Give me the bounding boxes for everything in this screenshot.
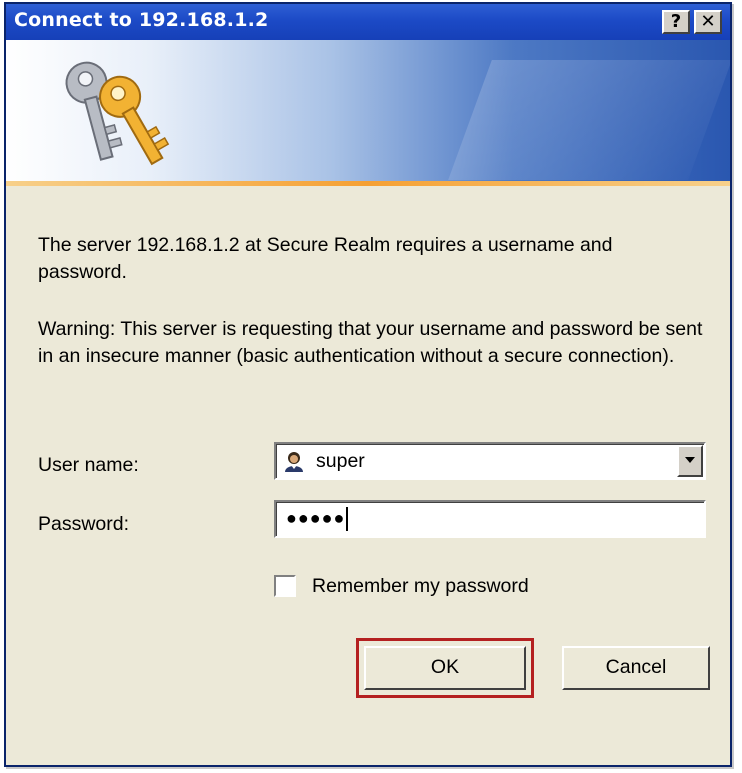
window-title: Connect to 192.168.1.2 — [14, 9, 269, 31]
username-combobox[interactable]: super — [274, 442, 706, 480]
security-warning: Warning: This server is requesting that … — [38, 318, 703, 367]
title-bar[interactable]: Connect to 192.168.1.2 ? ✕ — [6, 4, 730, 40]
user-icon — [283, 450, 305, 472]
login-dialog: Connect to 192.168.1.2 ? ✕ The server 19… — [4, 2, 732, 767]
banner-decoration — [448, 60, 730, 180]
close-button[interactable]: ✕ — [694, 10, 722, 34]
server-message: The server 192.168.1.2 at Secure Realm r… — [38, 234, 613, 283]
username-dropdown-button[interactable] — [677, 445, 703, 477]
header-banner — [6, 40, 730, 186]
remember-password-checkbox[interactable] — [274, 575, 296, 597]
username-label: User name: — [38, 454, 139, 476]
password-field[interactable]: ●●●●● — [274, 500, 706, 538]
password-value-wrap: ●●●●● — [286, 507, 349, 531]
password-label: Password: — [38, 513, 130, 535]
cancel-button[interactable]: Cancel — [562, 646, 710, 690]
keys-icon — [65, 61, 170, 166]
help-button[interactable]: ? — [662, 10, 690, 34]
dialog-content: The server 192.168.1.2 at Secure Realm r… — [6, 186, 730, 765]
ok-button[interactable]: OK — [364, 646, 526, 690]
remember-password-label[interactable]: Remember my password — [312, 575, 529, 598]
username-value: super — [316, 450, 365, 472]
text-caret — [346, 507, 349, 531]
password-masked-value: ●●●●● — [286, 507, 346, 528]
